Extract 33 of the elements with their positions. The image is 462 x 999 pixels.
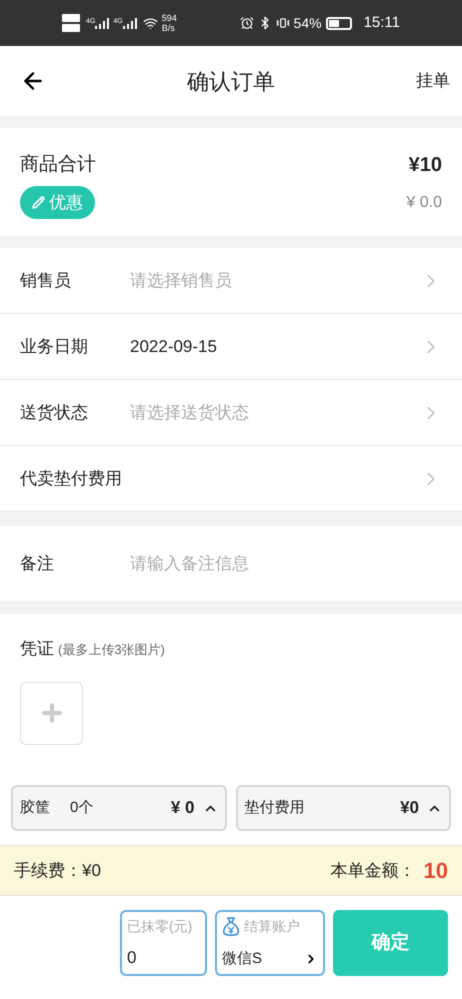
hd-sim-icon xyxy=(62,24,80,32)
vibrate-icon xyxy=(276,16,290,30)
goods-total-label: 商品合计 xyxy=(20,152,96,177)
voucher-hint: (最多上传3张图片) xyxy=(58,641,165,659)
hold-order-button[interactable]: 挂单 xyxy=(416,68,450,94)
clock: 15:11 xyxy=(364,12,400,33)
hd-sim-icon xyxy=(62,14,80,22)
form-row[interactable]: 销售员 请选择销售员 xyxy=(0,248,462,314)
remark-label: 备注 xyxy=(20,552,55,575)
network-speed: 594 xyxy=(162,13,177,23)
network-speed-unit: B/s xyxy=(162,23,176,33)
battery-percent: 54% xyxy=(294,14,322,32)
form-row[interactable]: 送货状态 请选择送货状态 xyxy=(0,380,462,446)
fee-dropdown-button[interactable]: 胶筐 0个 ¥ 0 xyxy=(11,785,226,831)
signal-icon xyxy=(122,18,137,28)
alarm-icon xyxy=(240,16,254,30)
fee-dropdown-button[interactable]: 垫付费用 ¥0 xyxy=(236,785,451,831)
goods-total: ¥10 xyxy=(408,153,442,178)
order-amount-label: 本单金额： xyxy=(330,860,416,882)
signal-icon xyxy=(95,18,110,28)
remark-field[interactable]: 请输入备注信息 xyxy=(130,550,442,576)
page-title: 确认订单 xyxy=(186,68,276,96)
account-selector[interactable]: 结算账户 微信S xyxy=(215,910,325,976)
order-amount: 10 xyxy=(424,857,448,885)
battery-icon xyxy=(326,16,352,30)
discount-amount: ¥ 0.0 xyxy=(406,192,442,212)
pencil-icon xyxy=(32,196,45,209)
voucher-label: 凭证 xyxy=(20,638,54,660)
form-row[interactable]: 业务日期 2022-09-15 xyxy=(0,314,462,380)
handling-fee: 手续费：¥0 xyxy=(14,860,101,882)
wifi-icon xyxy=(142,16,158,30)
money-bag-icon xyxy=(222,916,240,936)
rounding-field[interactable]: 已抹零(元) 0 xyxy=(120,910,207,976)
